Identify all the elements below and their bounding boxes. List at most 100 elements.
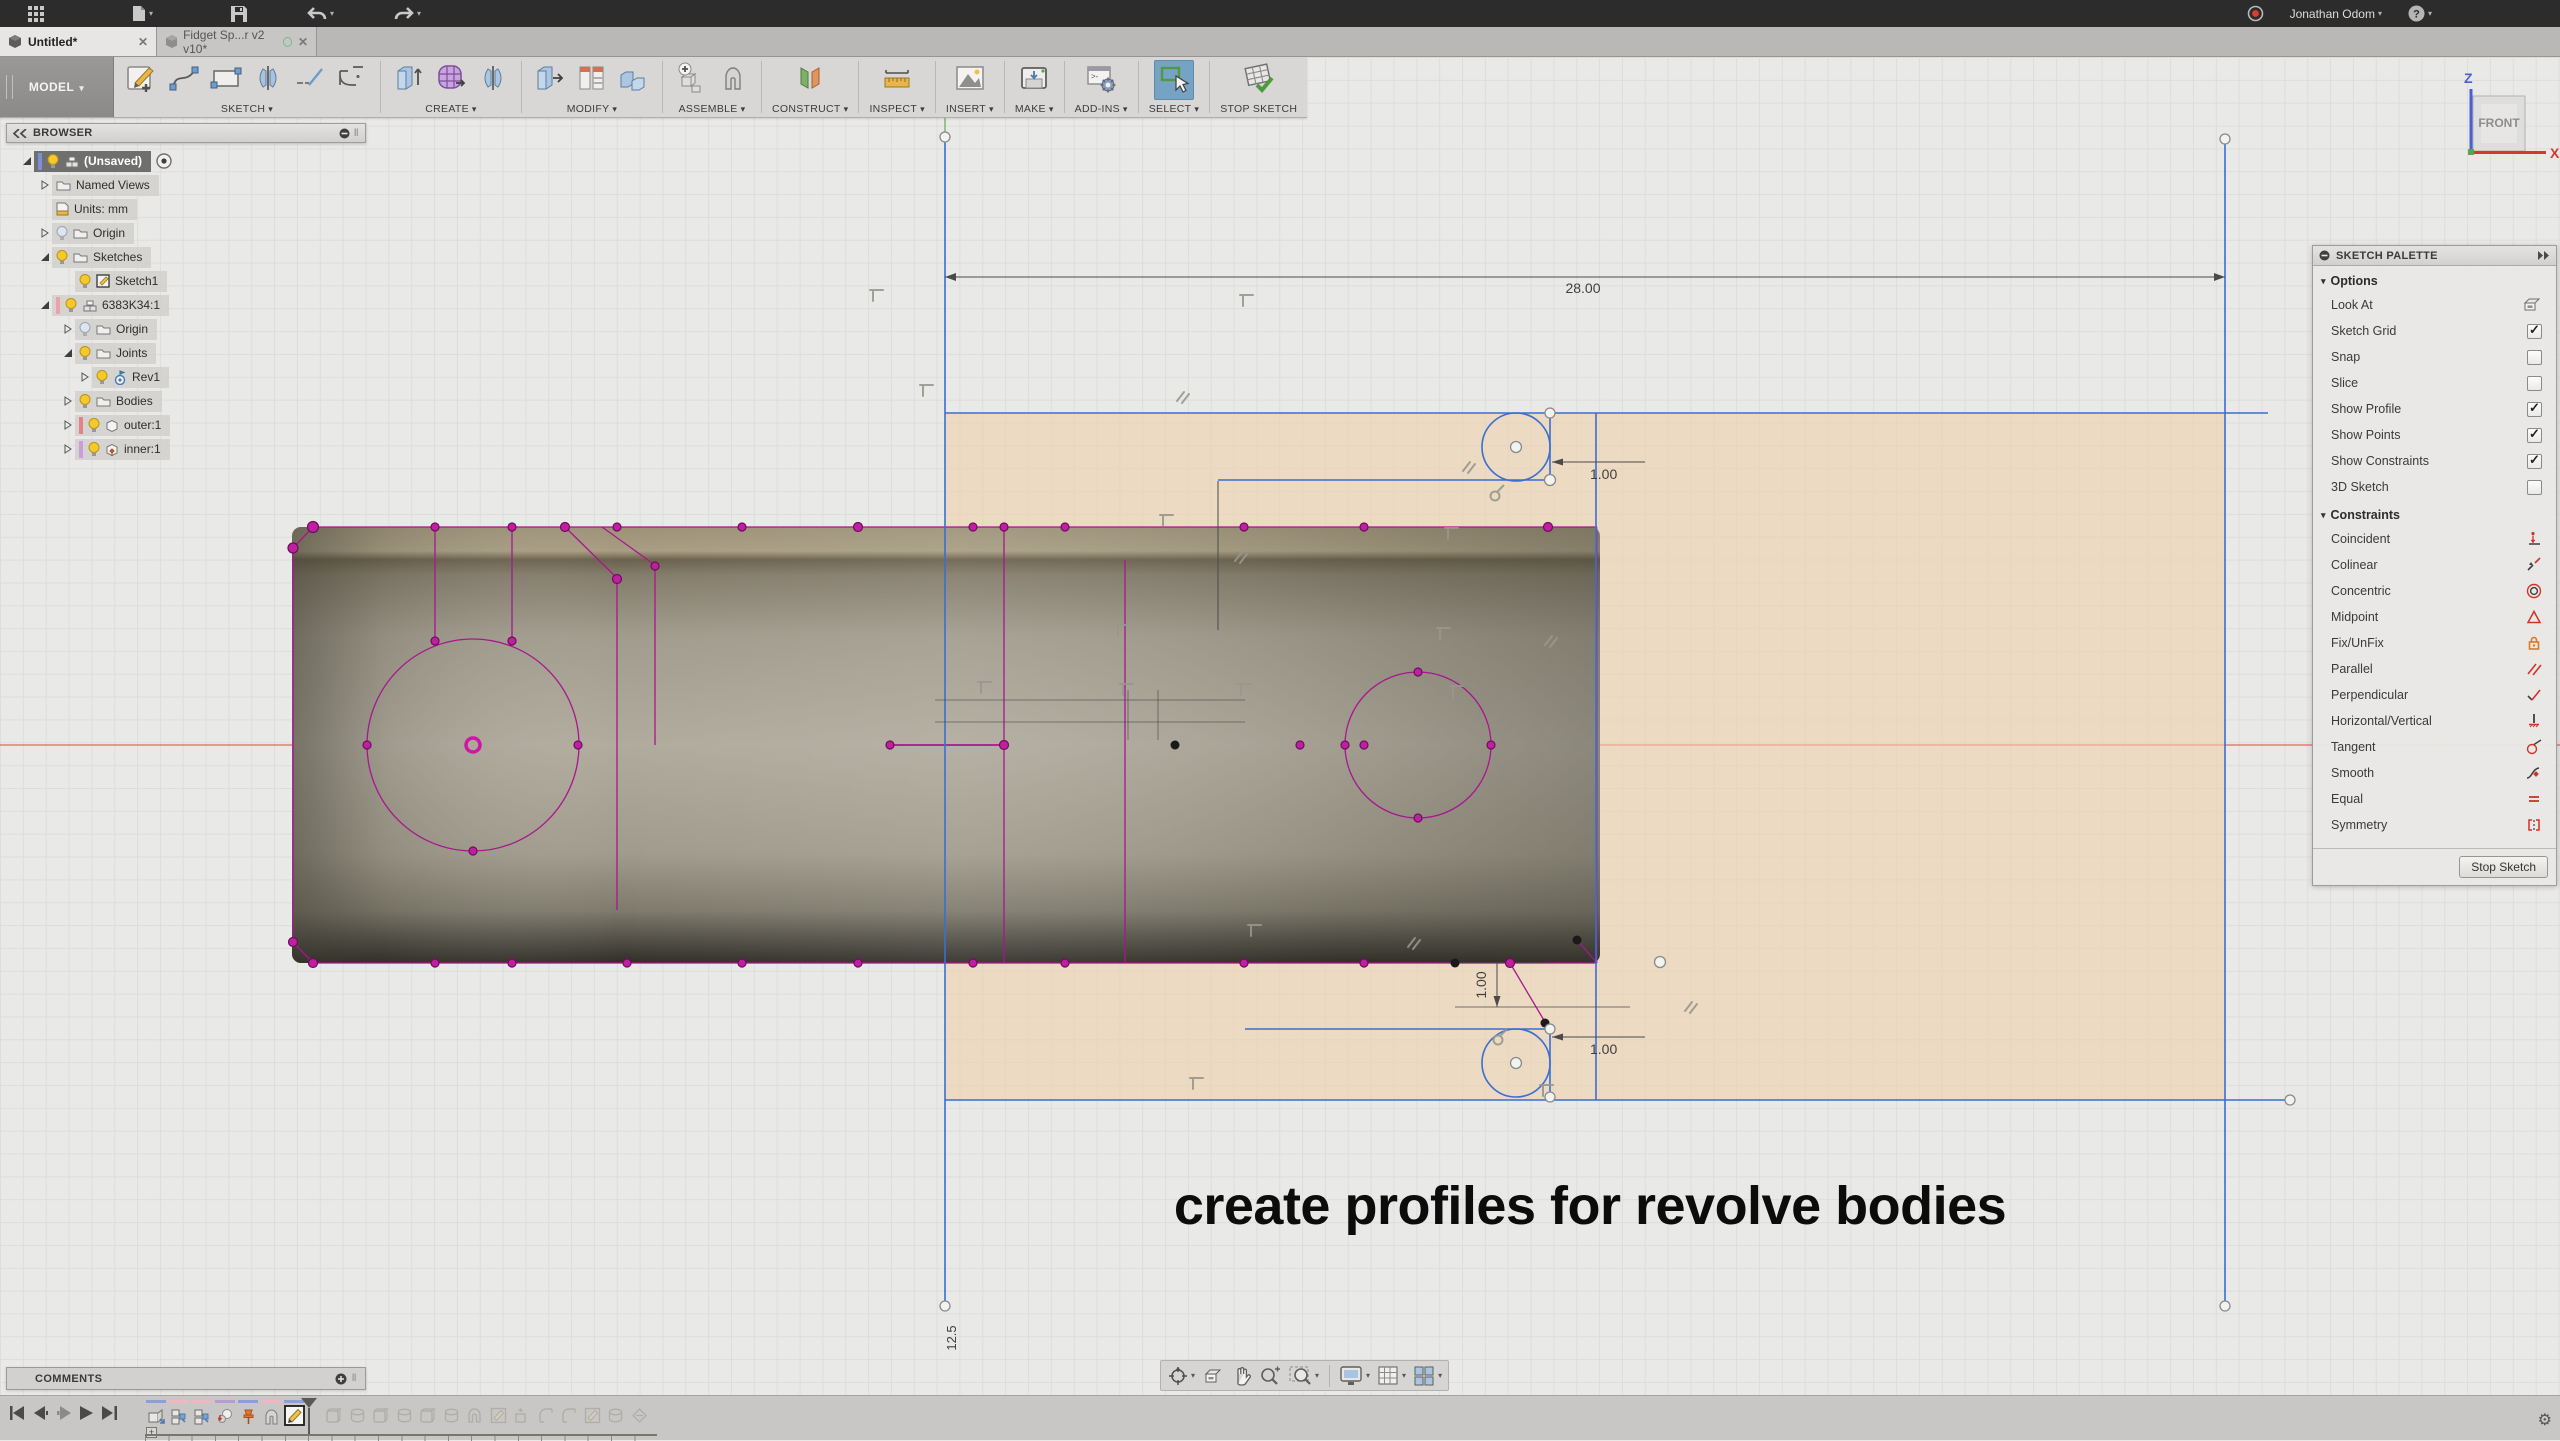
collapsed-icon[interactable] <box>80 372 90 382</box>
group-label[interactable]: INSERT <box>946 103 986 115</box>
show-points-checkbox[interactable] <box>2527 428 2542 443</box>
browser-item-outer[interactable]: outer:1 <box>6 413 366 437</box>
collapsed-icon[interactable] <box>40 228 50 238</box>
make-3dprint-icon[interactable] <box>1016 60 1052 96</box>
future-sketch-icon[interactable] <box>581 1404 605 1426</box>
future-box-icon[interactable] <box>369 1404 393 1426</box>
future-box-icon[interactable] <box>416 1404 440 1426</box>
constraint-coincident[interactable]: Coincident <box>2313 526 2556 552</box>
scripts-addins-icon[interactable]: >- <box>1083 60 1119 96</box>
bulb-on-icon[interactable] <box>88 442 100 457</box>
bulb-on-icon[interactable] <box>56 250 68 265</box>
look-at-icon[interactable] <box>2522 297 2542 313</box>
measure-icon[interactable] <box>879 60 915 96</box>
timeline-item-insert-derive[interactable] <box>145 1400 168 1426</box>
browser-item-sketch1[interactable]: Sketch1 <box>6 269 366 293</box>
future-extrude-icon[interactable] <box>510 1404 534 1426</box>
future-finish-icon[interactable] <box>628 1404 652 1426</box>
collapsed-icon[interactable] <box>63 324 73 334</box>
construction-plane-icon[interactable] <box>792 60 828 96</box>
future-cylinder-icon[interactable] <box>393 1404 417 1426</box>
snap-checkbox[interactable] <box>2527 350 2542 365</box>
dim-height-text[interactable]: 12.5 <box>944 1325 959 1350</box>
constraint-tangent[interactable]: Tangent <box>2313 734 2556 760</box>
constraint-concentric[interactable]: Concentric <box>2313 578 2556 604</box>
comments-panel[interactable]: COMMENTS ‖ <box>6 1367 366 1390</box>
future-fillet-icon[interactable] <box>557 1404 581 1426</box>
future-cylinder-icon[interactable] <box>604 1404 628 1426</box>
zoom-window-icon[interactable]: ▾ <box>1289 1366 1319 1386</box>
viewcube-face-label[interactable]: FRONT <box>2478 116 2520 130</box>
bulb-on-icon[interactable] <box>88 418 100 433</box>
constraints-section-header[interactable]: Constraints <box>2313 500 2556 526</box>
bulb-on-icon[interactable] <box>47 154 59 169</box>
spline-icon[interactable] <box>166 60 202 96</box>
timeline-item-joint[interactable] <box>191 1400 214 1426</box>
browser-item-origin[interactable]: Origin <box>6 221 366 245</box>
tab-close-icon[interactable]: ✕ <box>298 35 308 49</box>
timeline-playhead[interactable] <box>301 1398 317 1434</box>
app-grid-icon[interactable] <box>28 6 44 22</box>
show-constraints-checkbox[interactable] <box>2527 454 2542 469</box>
undo-icon[interactable]: ▾ <box>307 6 334 21</box>
group-label[interactable]: SKETCH <box>221 103 265 115</box>
constraint-perpendicular[interactable]: Perpendicular <box>2313 682 2556 708</box>
settings-gear-icon[interactable]: ⚙ <box>2538 1410 2552 1430</box>
collapsed-icon[interactable] <box>63 444 73 454</box>
dim-gap-top-text[interactable]: 1.00 <box>1590 466 1617 482</box>
change-parameters-icon[interactable] <box>574 60 610 96</box>
canvas-viewport[interactable]: 28.00 1.00 1.00 1.00 12.5 MODEL SKETCH <box>0 57 2560 1440</box>
sketch-mirror-icon[interactable] <box>250 60 286 96</box>
stop-sketch-button[interactable]: Stop Sketch <box>2459 856 2548 878</box>
stop-sketch-icon[interactable] <box>1240 60 1278 96</box>
new-body-icon[interactable] <box>391 60 427 96</box>
show-profile-checkbox[interactable] <box>2527 402 2542 417</box>
sketch-grid-checkbox[interactable] <box>2527 324 2542 339</box>
group-label[interactable]: MAKE <box>1015 103 1046 115</box>
fillet-icon[interactable] <box>334 60 370 96</box>
dim-width-text[interactable]: 28.00 <box>1565 280 1600 296</box>
tab-fidget-spinner[interactable]: Fidget Sp...r v2 v10* ✕ <box>157 27 317 56</box>
workspace-selector[interactable]: MODEL <box>0 57 114 117</box>
future-joint-icon[interactable] <box>463 1404 487 1426</box>
constraint-parallel[interactable]: Parallel <box>2313 656 2556 682</box>
select-tool-icon[interactable] <box>1154 60 1194 100</box>
bulb-on-icon[interactable] <box>65 298 77 313</box>
grid-settings-icon[interactable]: ▾ <box>1378 1366 1406 1386</box>
create-form-icon[interactable] <box>433 60 469 96</box>
browser-item-named-views[interactable]: Named Views <box>6 173 366 197</box>
orbit-icon[interactable]: ▾ <box>1167 1365 1195 1387</box>
browser-item-sketches[interactable]: Sketches <box>6 245 366 269</box>
display-settings-icon[interactable]: ▾ <box>1340 1366 1370 1386</box>
expanded-icon[interactable] <box>63 348 73 358</box>
pan-icon[interactable] <box>1231 1366 1251 1386</box>
press-pull-icon[interactable] <box>532 60 568 96</box>
group-label[interactable]: SELECT <box>1149 103 1192 115</box>
collapse-panel-icon[interactable] <box>13 129 27 138</box>
constraint-smooth[interactable]: Smooth <box>2313 760 2556 786</box>
constraint-symmetry[interactable]: Symmetry <box>2313 812 2556 838</box>
viewports-icon[interactable]: ▾ <box>1414 1366 1442 1386</box>
tab-close-icon[interactable]: ✕ <box>138 35 148 49</box>
panel-options-icon[interactable] <box>339 128 350 139</box>
collapsed-icon[interactable] <box>40 180 50 190</box>
group-label[interactable]: CREATE <box>425 103 469 115</box>
zoom-icon[interactable] <box>1259 1366 1281 1386</box>
browser-header[interactable]: BROWSER ‖ <box>6 123 366 143</box>
activate-radio-icon[interactable] <box>156 153 172 169</box>
future-sketch-icon[interactable] <box>487 1404 511 1426</box>
timeline-item-pin[interactable] <box>237 1400 260 1426</box>
viewcube[interactable]: FRONT Z X <box>2450 65 2560 170</box>
constraint-colinear[interactable]: Colinear <box>2313 552 2556 578</box>
save-icon[interactable] <box>231 6 247 22</box>
mirror-icon[interactable] <box>475 60 511 96</box>
insert-image-icon[interactable] <box>952 60 988 96</box>
browser-item-component-origin[interactable]: Origin <box>6 317 366 341</box>
play-icon[interactable] <box>80 1406 93 1420</box>
future-box-icon[interactable] <box>322 1404 346 1426</box>
bulb-on-icon[interactable] <box>79 274 91 289</box>
collapsed-icon[interactable] <box>63 420 73 430</box>
file-menu-icon[interactable]: ▾ <box>132 5 153 22</box>
bulb-on-icon[interactable] <box>79 394 91 409</box>
joint-icon[interactable] <box>715 60 751 96</box>
